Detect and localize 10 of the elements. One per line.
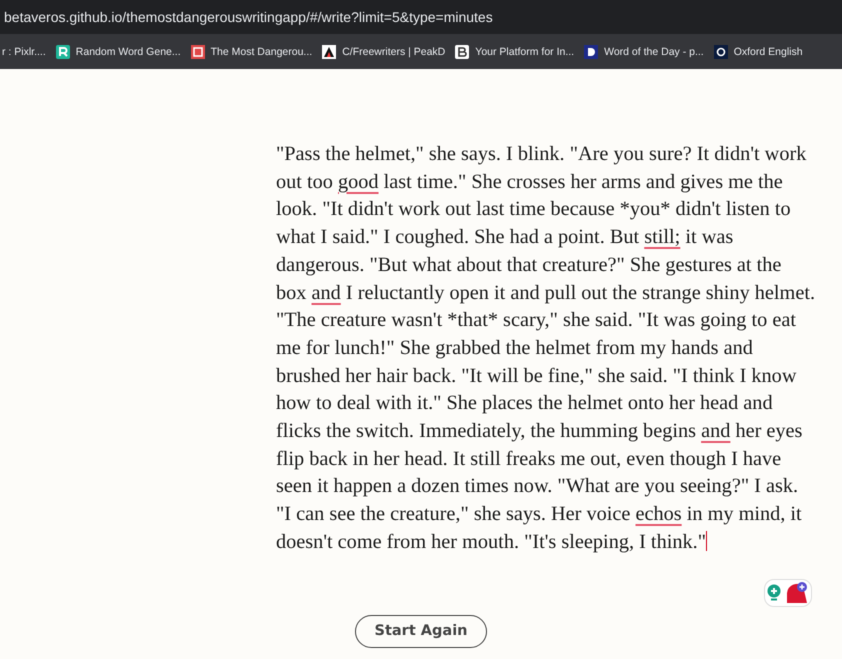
bookmark[interactable]: Word of the Day - p... — [584, 44, 704, 58]
bookmark[interactable]: The Most Dangerou... — [190, 44, 312, 58]
address-bar[interactable]: betaveros.github.io/themostdangerouswritingapp/#/write?limit=5&type=minutes — [0, 0, 842, 34]
story-text[interactable]: "Pass the helmet," she says. I blink. "Are you sure? It didn't work out too good last time." She crosses her arms and gives me the look. "It didn't work out last time because *you* didn't listen to what I said." I coughed. She had a point. But still; it was dangerous. "But what about that creature?" She gestures at the box and I reluctantly open it and pull out the strange shiny helmet. "The creature wasn't *that* scary," she said. "It was going to eat me for lunch!" She grabbed the helmet from my hands and brushed her hair back. "It will be fine," she said. "I think I know how to deal with it." She places the helmet onto her head and flicks the switch. Immediately, the humming begins and her eyes flip back in her head. It still freaks me out, even though I have seen it happen a dozen times now. "What are you seeing?" I ask. "I can see the creature," she says. Her voice echos in my mind, it doesn't come from her mouth. "It's sleeping, I think." — [276, 141, 816, 557]
bookmark[interactable]: Oxford English — [714, 44, 803, 58]
bookmark[interactable]: Your Platform for In... — [455, 44, 574, 58]
start-again-button[interactable]: Start Again — [355, 614, 487, 648]
bookmark[interactable]: C/Freewriters | PeakD — [322, 44, 446, 58]
bookmark[interactable]: Random Word Gene... — [56, 44, 181, 58]
bookmark[interactable]: r : Pixlr.... — [2, 46, 46, 58]
